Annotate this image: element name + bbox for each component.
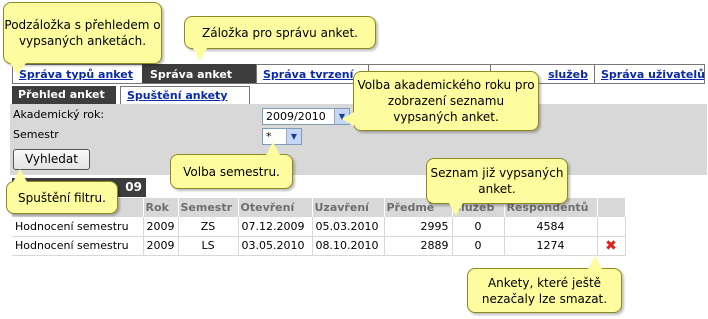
callout-tail bbox=[13, 169, 27, 182]
tab-survey-management[interactable]: Správa anket bbox=[142, 64, 256, 84]
callout-tail bbox=[266, 142, 280, 155]
subtab-overview[interactable]: Přehled anket bbox=[12, 86, 116, 104]
callout-text: Záložka pro správu anket. bbox=[202, 25, 358, 40]
subtab-launch[interactable]: Spuštění ankety bbox=[120, 86, 250, 104]
cell-opened: 03.05.2010 bbox=[238, 236, 313, 256]
tab-survey-types[interactable]: Správa typů anket bbox=[12, 64, 142, 84]
tab-statements[interactable]: Správa tvrzení bbox=[256, 64, 368, 84]
callout-tail bbox=[342, 112, 354, 126]
callout-subtab-overview: Podzáložka s přehledem o vypsaných anket… bbox=[3, 2, 162, 75]
year-select-value: 2009/2010 bbox=[266, 110, 326, 123]
callout-text: Seznam již vypsaných anket. bbox=[430, 166, 564, 196]
cell-name[interactable]: Hodnocení semestru bbox=[12, 236, 144, 256]
cell-subjects: 2889 bbox=[384, 236, 453, 256]
search-button[interactable]: Vyhledat bbox=[13, 149, 90, 170]
cell-respondents: 1274 bbox=[504, 236, 598, 256]
callout-tail bbox=[588, 256, 602, 269]
callout-text: Ankety, které ještě nezačaly lze smazat. bbox=[481, 275, 608, 306]
callout-year-choice: Volba akademického roku pro zobrazení se… bbox=[342, 71, 539, 131]
cell-year: 2009 bbox=[143, 236, 179, 256]
callout-delete: Ankety, které ještě nezačaly lze smazat. bbox=[467, 256, 622, 313]
semester-label: Semestr bbox=[13, 128, 59, 141]
chevron-down-icon[interactable]: ▼ bbox=[286, 129, 301, 144]
table-row[interactable]: Hodnocení semestru 2009 LS 03.05.2010 08… bbox=[12, 236, 626, 256]
col-year[interactable]: Rok bbox=[143, 198, 179, 217]
callout-tail bbox=[449, 203, 463, 216]
col-opened[interactable]: Otevření bbox=[238, 198, 313, 217]
cell-name[interactable]: Hodnocení semestru bbox=[12, 217, 144, 237]
col-semester[interactable]: Semestr bbox=[178, 198, 239, 217]
col-closed[interactable]: Uzavření bbox=[312, 198, 385, 217]
col-actions bbox=[597, 198, 626, 217]
cell-subjects: 2995 bbox=[384, 217, 453, 237]
cell-closed: 05.03.2010 bbox=[312, 217, 385, 237]
cell-semester: LS bbox=[178, 236, 239, 256]
callout-run-filter: Spuštění filtru. bbox=[6, 169, 118, 214]
table-row[interactable]: Hodnocení semestru 2009 ZS 07.12.2009 05… bbox=[12, 217, 626, 237]
cell-services: 0 bbox=[452, 236, 505, 256]
cell-respondents: 4584 bbox=[504, 217, 598, 237]
callout-text: Podzáložka s přehledem o vypsaných anket… bbox=[4, 18, 161, 48]
callout-tab-manage: Záložka pro správu anket. bbox=[184, 16, 376, 61]
tab-users[interactable]: Správa uživatelů bbox=[594, 64, 705, 84]
callout-text: Spuštění filtru. bbox=[18, 190, 106, 205]
callout-text: Volba akademického roku pro zobrazení se… bbox=[357, 78, 535, 124]
callout-tail bbox=[193, 48, 207, 61]
cell-actions: ✖ bbox=[597, 236, 626, 256]
callout-semester-choice: Volba semestru. bbox=[170, 142, 293, 189]
callout-tail bbox=[10, 63, 26, 75]
cell-actions bbox=[597, 217, 626, 237]
cell-closed: 08.10.2010 bbox=[312, 236, 385, 256]
cell-year: 2009 bbox=[143, 217, 179, 237]
callout-list: Seznam již vypsaných anket. bbox=[426, 158, 568, 216]
cell-semester: ZS bbox=[178, 217, 239, 237]
year-select[interactable]: 2009/2010 ▼ bbox=[262, 108, 350, 125]
cell-services: 0 bbox=[452, 217, 505, 237]
delete-x-icon[interactable]: ✖ bbox=[605, 238, 617, 254]
cell-opened: 07.12.2009 bbox=[238, 217, 313, 237]
callout-text: Volba semestru. bbox=[183, 164, 280, 179]
year-label: Akademický rok: bbox=[13, 108, 105, 121]
